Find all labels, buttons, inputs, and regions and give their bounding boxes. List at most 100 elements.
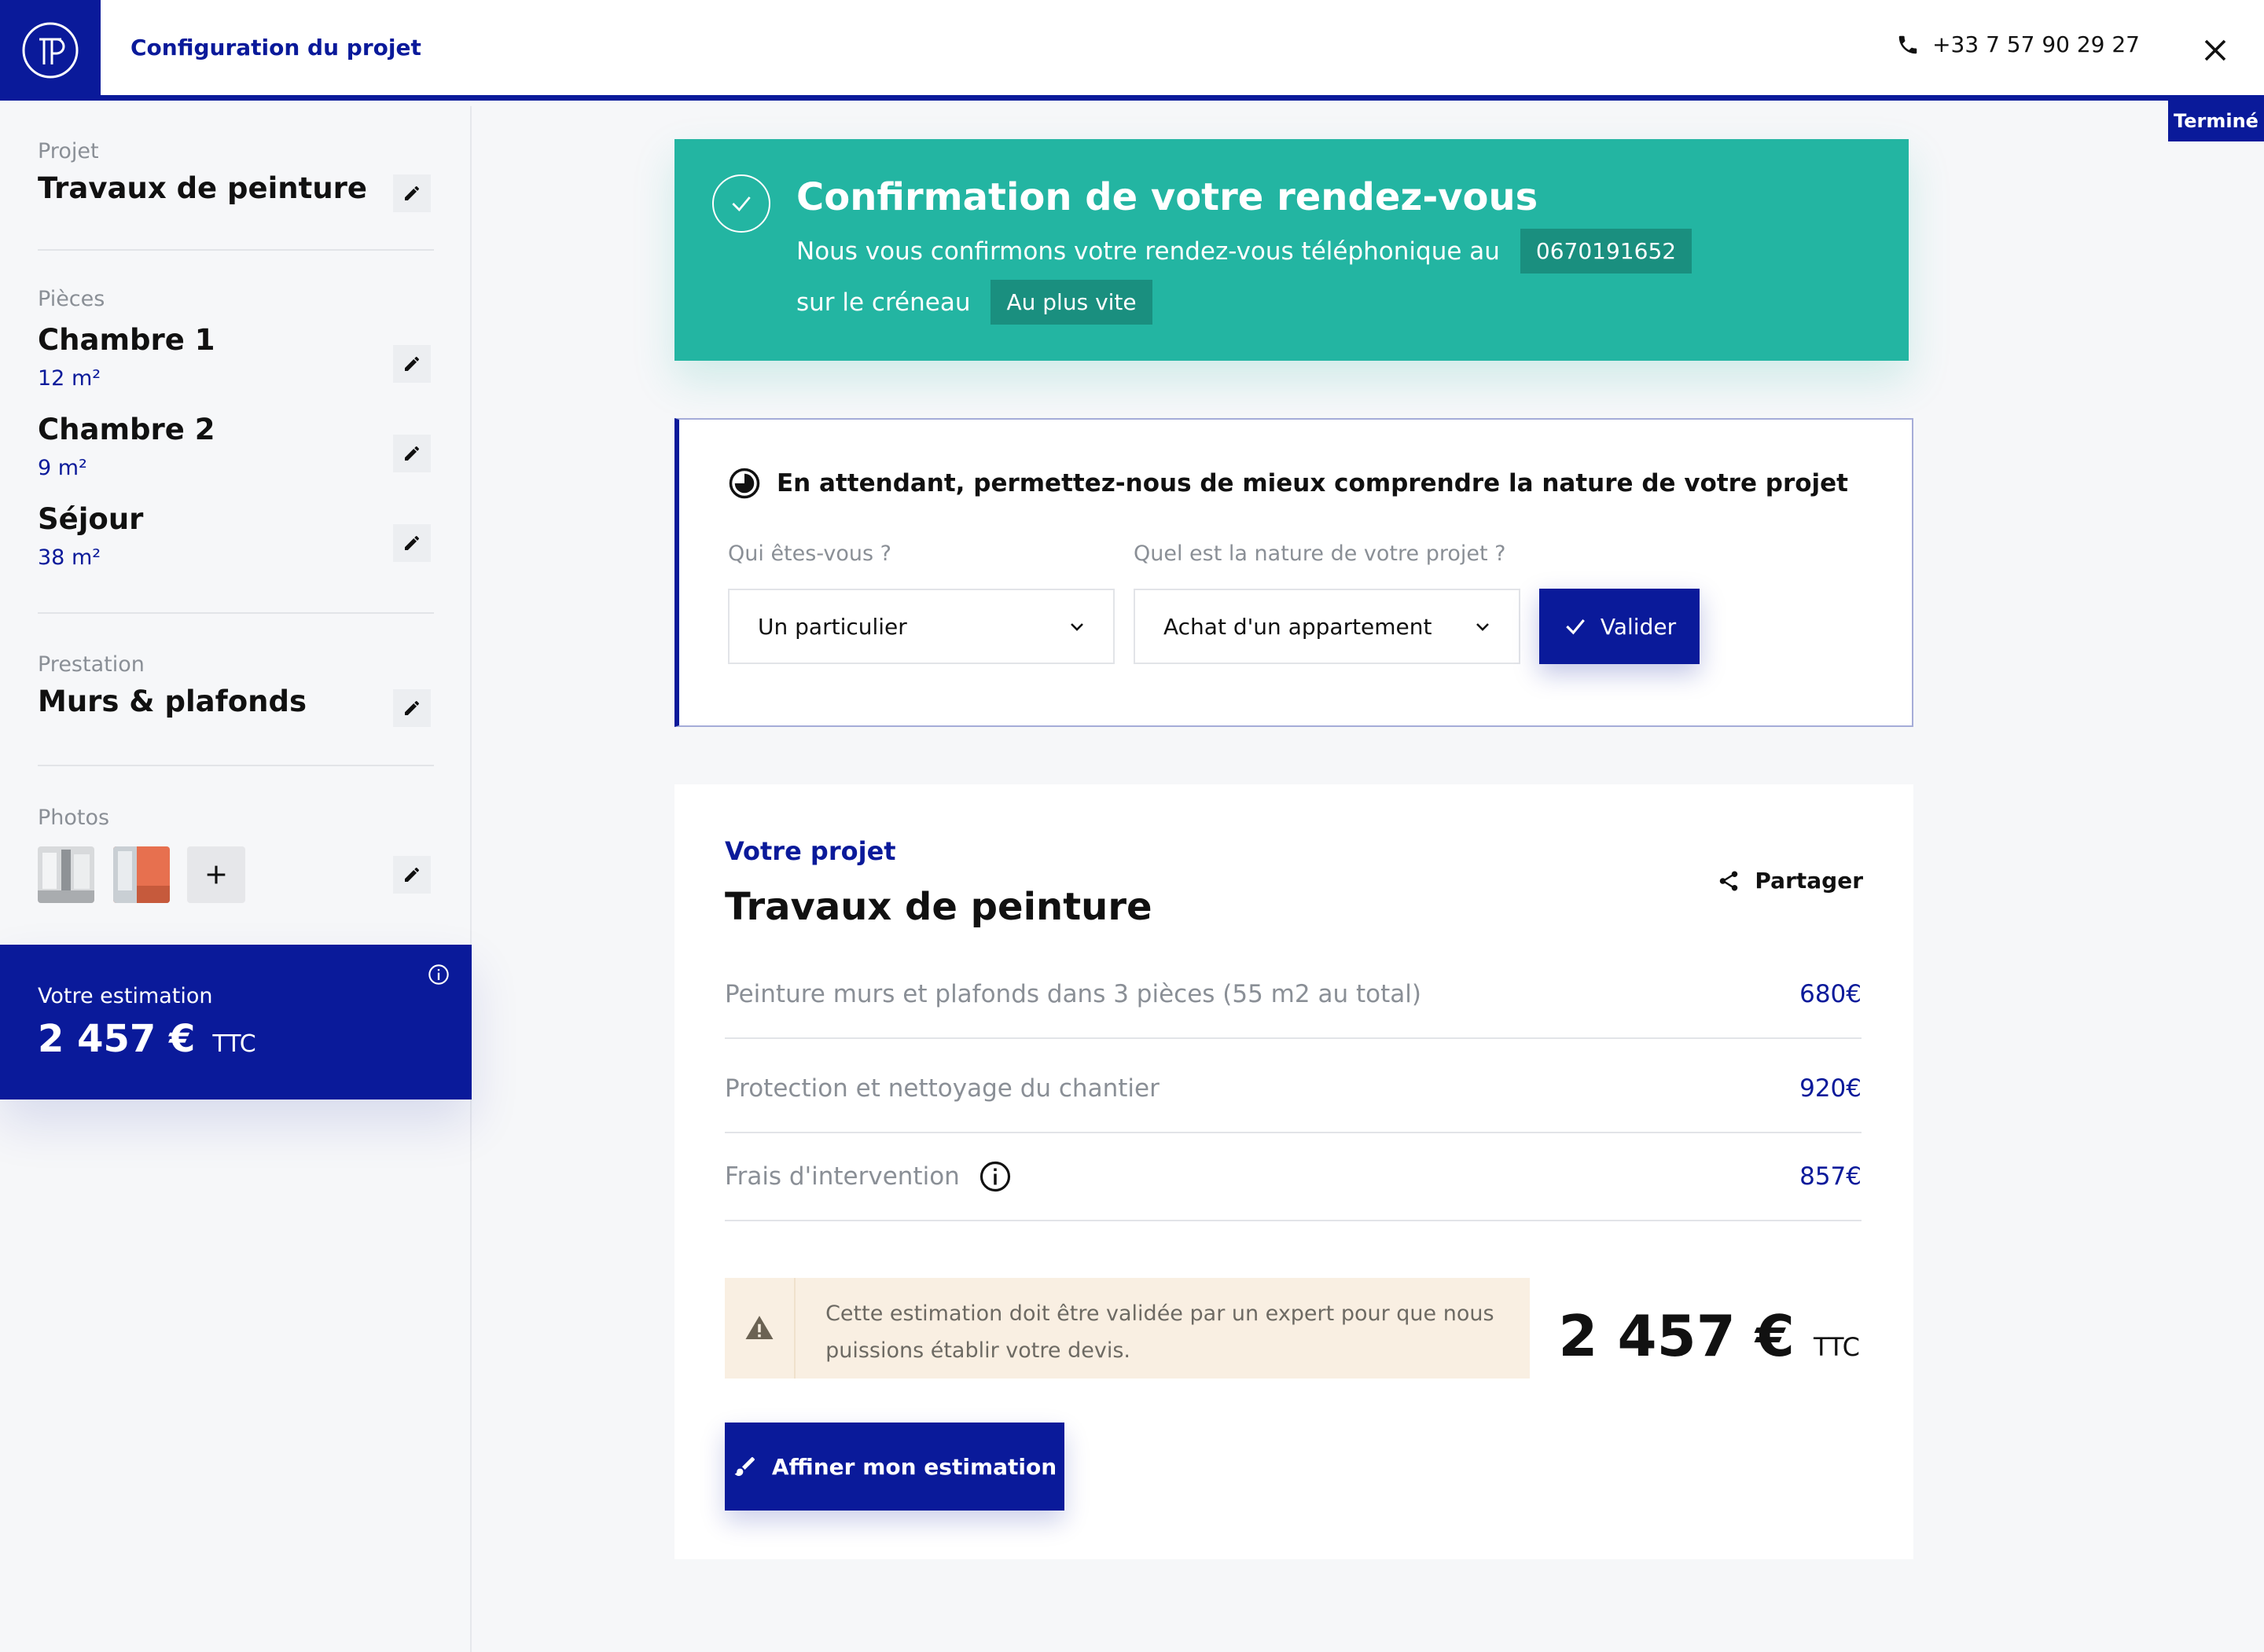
warning-icon (745, 1316, 774, 1339)
sidebar-rooms-label: Pièces (38, 287, 105, 311)
project-card: Votre projet Travaux de peinture Partage… (674, 784, 1913, 1559)
project-kicker: Votre projet (725, 836, 896, 866)
photo-thumbnail[interactable] (38, 846, 94, 903)
photo-image (38, 846, 94, 903)
validate-label: Valider (1600, 613, 1677, 640)
questions-card: En attendant, permettez-nous de mieux co… (674, 418, 1913, 727)
line-item-label: Frais d'intervention (725, 1162, 960, 1191)
line-item-price: 857€ (1799, 1162, 1862, 1191)
pencil-icon (405, 446, 419, 461)
sidebar-divider (38, 765, 434, 766)
confirmation-slot-text: sur le créneau (796, 288, 971, 317)
line-item-label: Peinture murs et plafonds dans 3 pièces … (725, 980, 1421, 1008)
room-item: Chambre 1 12 m² (38, 323, 434, 391)
sidebar-photos-label: Photos (38, 806, 110, 830)
edit-room-button[interactable] (393, 435, 431, 472)
estimate-warning: Cette estimation doit être validée par u… (725, 1278, 1530, 1379)
confirmation-text: Nous vous confirmons votre rendez-vous t… (796, 237, 1500, 266)
edit-room-button[interactable] (393, 524, 431, 562)
room-item: Séjour 38 m² (38, 502, 434, 570)
confirmation-slot-line: sur le créneau Au plus vite (796, 280, 1152, 325)
room-area: 12 m² (38, 366, 101, 391)
refine-estimate-button[interactable]: Affiner mon estimation (725, 1423, 1064, 1511)
pencil-icon (405, 701, 419, 715)
total-suffix: TTC (1814, 1332, 1860, 1362)
chevron-down-icon (1071, 623, 1083, 631)
sidebar-project: Projet Travaux de peinture (38, 139, 434, 205)
room-item: Chambre 2 9 m² (38, 413, 434, 480)
slot-chip: Au plus vite (990, 280, 1152, 325)
confirmation-banner: Confirmation de votre rendez-vous Nous v… (674, 139, 1909, 361)
nature-select[interactable]: Achat d'un appartement (1134, 589, 1520, 664)
line-item-price: 920€ (1799, 1074, 1862, 1103)
line-item-label-wrap: Frais d'intervention (725, 1160, 1012, 1193)
edit-project-button[interactable] (393, 174, 431, 212)
who-label: Qui êtes-vous ? (728, 541, 891, 566)
share-icon (1720, 871, 1738, 890)
sidebar-project-value: Travaux de peinture (38, 171, 367, 205)
warning-icon-cell (725, 1278, 796, 1379)
edit-service-button[interactable] (393, 689, 431, 727)
nature-select-value: Achat d'un appartement (1163, 613, 1432, 640)
project-title: Travaux de peinture (725, 885, 1152, 929)
line-item: Protection et nettoyage du chantier 920€ (725, 1045, 1862, 1133)
warning-text: Cette estimation doit être validée par u… (825, 1301, 1494, 1363)
add-photo-button[interactable] (187, 846, 245, 903)
check-icon (732, 196, 751, 211)
phone-chip: 0670191652 (1520, 229, 1692, 273)
room-name: Chambre 2 (38, 413, 215, 446)
line-item: Peinture murs et plafonds dans 3 pièces … (725, 951, 1862, 1039)
share-button[interactable]: Partager (1717, 868, 1863, 894)
refine-label: Affiner mon estimation (771, 1453, 1057, 1480)
estimate-suffix: TTC (212, 1030, 256, 1058)
sidebar-service-label: Prestation (38, 652, 145, 677)
confirmation-title: Confirmation de votre rendez-vous (796, 175, 1538, 219)
sidebar-photos: Photos (38, 806, 434, 830)
status-badge: Terminé (2168, 101, 2264, 141)
room-name: Séjour (38, 502, 144, 536)
photo-thumbnail[interactable] (113, 846, 170, 903)
sidebar-divider (38, 249, 434, 251)
questions-heading: En attendant, permettez-nous de mieux co… (728, 467, 1848, 500)
pencil-icon (405, 357, 419, 371)
edit-room-button[interactable] (393, 345, 431, 383)
info-icon[interactable] (979, 1160, 1012, 1193)
validate-button[interactable]: Valider (1539, 589, 1700, 664)
pencil-icon (405, 536, 419, 550)
photo-image (113, 846, 170, 903)
check-icon (1566, 619, 1585, 635)
half-circle-icon (729, 468, 760, 499)
brush-icon (734, 1457, 755, 1476)
brand-logo-icon[interactable] (0, 0, 101, 101)
edit-photos-button[interactable] (393, 856, 431, 894)
project-total: 2 457 € TTC (1558, 1303, 1860, 1369)
close-button[interactable] (2196, 31, 2234, 69)
confirmation-phone-line: Nous vous confirmons votre rendez-vous t… (796, 229, 1692, 273)
top-header: Configuration du projet +33 7 57 90 29 2… (0, 0, 2264, 101)
info-icon[interactable] (428, 964, 450, 986)
total-amount: 2 457 € (1558, 1303, 1795, 1369)
who-select-value: Un particulier (758, 613, 907, 640)
line-item-price: 680€ (1799, 980, 1862, 1008)
sidebar-service-value: Murs & plafonds (38, 685, 307, 718)
pencil-icon (405, 186, 419, 200)
room-area: 9 m² (38, 456, 87, 480)
plus-icon (207, 865, 226, 884)
page-title: Configuration du projet (130, 35, 421, 61)
check-circle-icon (712, 174, 770, 233)
estimate-label: Votre estimation (38, 984, 213, 1008)
pencil-icon (405, 868, 419, 882)
phone-icon (1898, 35, 1917, 53)
sidebar-project-label: Projet (38, 139, 99, 163)
estimate-panel: Votre estimation 2 457 € TTC (0, 945, 472, 1099)
nature-label: Quel est la nature de votre projet ? (1134, 541, 1506, 566)
room-area: 38 m² (38, 545, 101, 570)
phone-contact[interactable]: +33 7 57 90 29 27 (1896, 31, 2140, 57)
close-icon (2204, 39, 2226, 61)
room-name: Chambre 1 (38, 323, 215, 357)
share-label: Partager (1755, 868, 1863, 894)
sidebar-service: Prestation Murs & plafonds (38, 652, 434, 718)
chevron-down-icon (1476, 623, 1489, 631)
who-select[interactable]: Un particulier (728, 589, 1115, 664)
sidebar-divider (38, 612, 434, 614)
